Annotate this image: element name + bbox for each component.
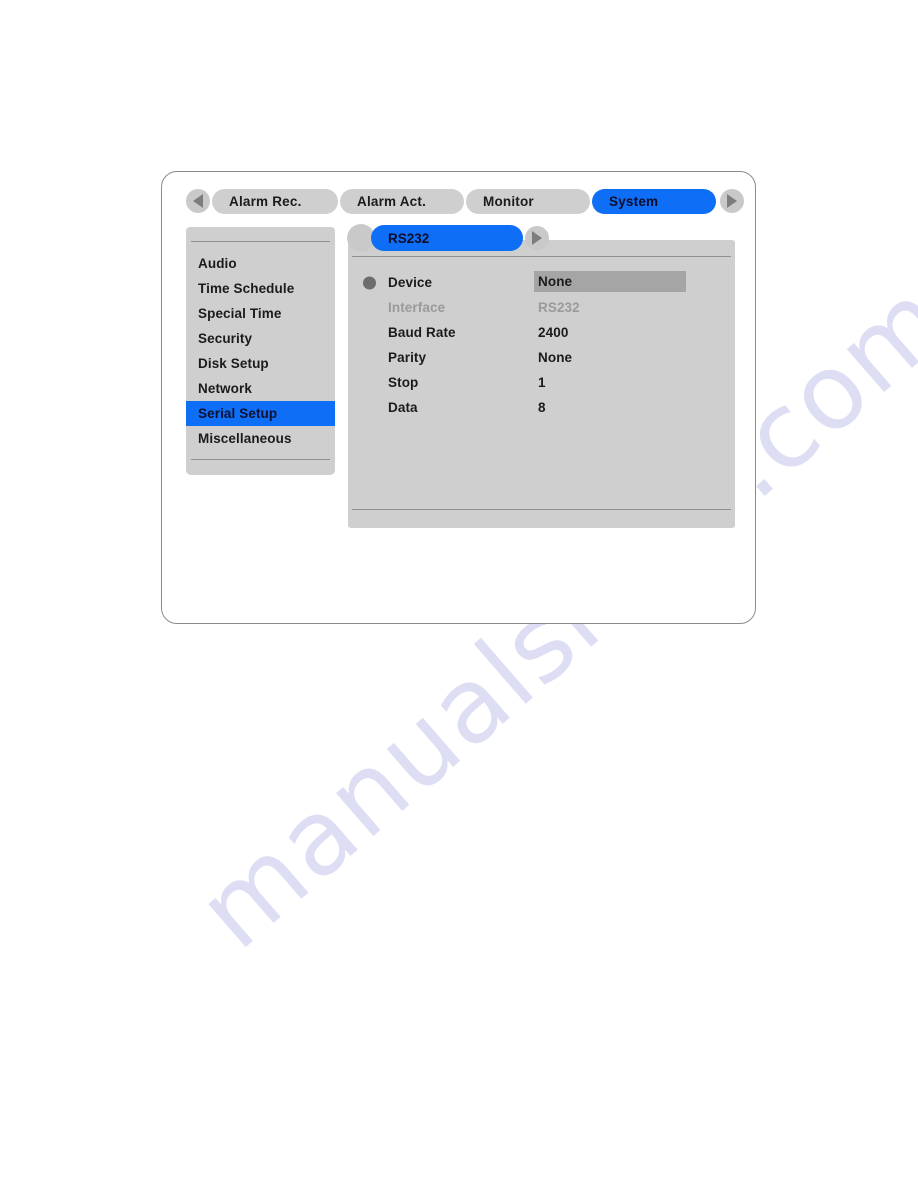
tab-label: Alarm Rec. [229,193,302,209]
setting-row-baud-rate[interactable]: Baud Rate 2400 [348,320,735,345]
tab-strip: Alarm Rec. Alarm Act. Monitor System [186,188,744,214]
sidebar-item-label: Audio [198,256,237,271]
setting-row-data[interactable]: Data 8 [348,395,735,420]
tab-prev-button[interactable] [186,189,210,213]
setting-value[interactable]: None [538,350,572,365]
setting-row-interface: Interface RS232 [348,295,735,320]
sidebar-item-special-time[interactable]: Special Time [186,301,335,326]
sidebar-item-label: Network [198,381,252,396]
selection-bullet-icon [363,276,376,289]
subtab-label: RS232 [388,230,430,246]
sidebar-item-label: Security [198,331,253,346]
tab-monitor[interactable]: Monitor [466,188,590,214]
sidebar-item-disk-setup[interactable]: Disk Setup [186,351,335,376]
panel-top-divider [352,256,731,257]
tab-label: Monitor [483,193,534,209]
setting-value[interactable]: 2400 [538,325,568,340]
tab-system[interactable]: System [592,188,716,214]
setting-label: Baud Rate [388,325,456,340]
sidebar-item-label: Miscellaneous [198,431,292,446]
sidebar-item-label: Time Schedule [198,281,295,296]
sidebar-item-time-schedule[interactable]: Time Schedule [186,276,335,301]
triangle-left-icon [193,194,203,208]
tab-label: Alarm Act. [357,193,427,209]
triangle-right-icon [727,194,737,208]
panel-bottom-divider [352,509,731,510]
setting-row-stop[interactable]: Stop 1 [348,370,735,395]
subtab-rs232[interactable]: RS232 [371,225,523,251]
sidebar-item-miscellaneous[interactable]: Miscellaneous [186,426,335,451]
tab-next-button[interactable] [720,189,744,213]
sidebar-item-label: Special Time [198,306,282,321]
setting-label: Device [388,275,433,290]
tab-alarm-act[interactable]: Alarm Act. [340,188,464,214]
sidebar-bottom-divider [191,459,330,460]
sidebar-item-audio[interactable]: Audio [186,251,335,276]
setting-label: Interface [388,300,446,315]
sidebar-item-label: Serial Setup [198,406,278,421]
settings-row-list: Device None Interface RS232 Baud Rate 24… [348,270,735,420]
sidebar-item-label: Disk Setup [198,356,269,371]
tab-label: System [609,193,659,209]
settings-panel: Device None Interface RS232 Baud Rate 24… [348,240,735,528]
setting-value[interactable]: 8 [538,400,546,415]
setting-row-device[interactable]: Device None [348,270,735,295]
setting-label: Parity [388,350,427,365]
subtab-strip: RS232 [347,224,549,252]
setting-label: Stop [388,375,419,390]
sidebar-item-serial-setup[interactable]: Serial Setup [186,401,335,426]
sidebar-top-divider [191,241,330,242]
setting-row-parity[interactable]: Parity None [348,345,735,370]
subtab-next-button[interactable] [525,226,549,250]
triangle-right-icon [532,231,542,245]
osd-window: Alarm Rec. Alarm Act. Monitor System Aud… [161,171,756,624]
tab-alarm-rec[interactable]: Alarm Rec. [212,188,338,214]
setting-label: Data [388,400,418,415]
setting-value[interactable]: None [534,271,686,292]
sidebar-menu: Audio Time Schedule Special Time Securit… [186,227,335,475]
sidebar-item-security[interactable]: Security [186,326,335,351]
setting-value: RS232 [538,300,580,315]
setting-value[interactable]: 1 [538,375,546,390]
sidebar-item-network[interactable]: Network [186,376,335,401]
sidebar-item-list: Audio Time Schedule Special Time Securit… [186,251,335,451]
